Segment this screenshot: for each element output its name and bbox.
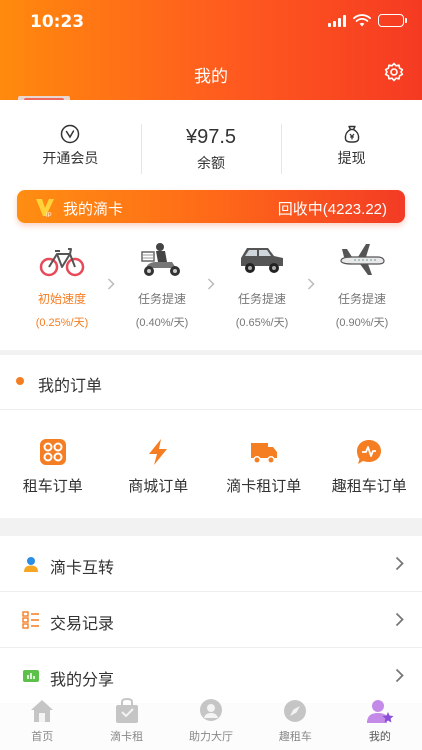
tab-card-rental[interactable]: 滴卡租: [84, 692, 168, 750]
tab-label: 首页: [31, 731, 54, 743]
balance-amount: ¥97.5: [185, 126, 237, 148]
home-icon: [31, 700, 54, 722]
tab-label: 助力大厅: [189, 731, 234, 743]
tab-bar: 首页 滴卡租 助力大厅 趣租车 我的: [0, 692, 422, 750]
money-bag-icon: [344, 125, 359, 143]
menu-list: 滴卡互转 交易记录 我的分享: [0, 536, 422, 704]
tab-home[interactable]: 首页: [0, 692, 84, 750]
menu-item-label: 交易记录: [50, 616, 115, 633]
lightning-icon: [149, 439, 168, 465]
order-grid: 租车订单 商城订单 滴卡租订单 趣租车订单: [0, 410, 422, 518]
person-icon: [24, 557, 38, 572]
chevron-right-icon: [395, 556, 404, 571]
tab-label: 我的: [368, 731, 391, 743]
balance-row: 开通会员 ¥97.5 余额 提现: [0, 118, 422, 180]
tab-fun-rental[interactable]: 趣租车: [253, 692, 337, 750]
bag-icon: [115, 698, 138, 723]
tab-profile[interactable]: 我的: [338, 692, 422, 750]
speed-level-rate: (0.65%/天): [235, 317, 289, 329]
tab-label: 趣租车: [278, 731, 312, 743]
pulse-chat-icon: [357, 440, 382, 464]
chevron-right-icon: [395, 612, 404, 627]
battery-icon: [378, 14, 407, 27]
vip-circle-icon: [61, 124, 80, 144]
orders-header[interactable]: 我的订单: [0, 355, 422, 410]
menu-item-card-transfer[interactable]: 滴卡互转: [0, 536, 422, 592]
withdraw-button[interactable]: 提现: [281, 118, 422, 180]
compass-icon: [284, 700, 307, 722]
settings-gear-icon[interactable]: [384, 62, 404, 82]
cellular-signal-icon: [328, 14, 346, 27]
balance-card: 开通会员 ¥97.5 余额 提现 IP 我的滴卡 回收中(4223.22) 初始…: [0, 100, 422, 350]
status-time: 10:23: [30, 12, 85, 32]
balance-display[interactable]: ¥97.5 余额: [140, 118, 282, 180]
speed-level-rate: (0.25%/天): [35, 317, 89, 329]
my-card-banner[interactable]: IP 我的滴卡 回收中(4223.22): [17, 190, 405, 223]
my-card-status: 回收中(4223.22): [277, 201, 387, 218]
balance-amount-label: 余额: [197, 155, 225, 171]
orders-section: 我的订单 租车订单 商城订单 滴卡租订单 趣租车订单: [0, 355, 422, 518]
speed-level-rate: (0.40%/天): [135, 317, 189, 329]
speed-levels: 初始速度 (0.25%/天) 任务提速 (0.40%/天) 任务提速 (0.65…: [0, 240, 422, 330]
order-mall-button[interactable]: 商城订单: [106, 410, 212, 518]
speed-level-4: 任务提速 (0.90%/天): [312, 240, 412, 330]
svg-text:IP: IP: [46, 213, 52, 218]
wifi-icon: [353, 14, 371, 27]
withdraw-label: 提现: [337, 150, 366, 166]
order-rental-button[interactable]: 租车订单: [0, 410, 106, 518]
speed-level-label: 初始速度: [37, 292, 86, 306]
list-icon: [22, 611, 39, 629]
speed-level-rate: (0.90%/天): [335, 317, 389, 329]
my-card-title: 我的滴卡: [63, 201, 124, 218]
menu-item-label: 滴卡互转: [50, 560, 115, 577]
orders-dot-icon: [16, 377, 24, 385]
order-label: 商城订单: [128, 478, 189, 495]
speed-level-label: 任务提速: [237, 292, 286, 306]
order-label: 租车订单: [22, 478, 83, 495]
tab-help-hall[interactable]: 助力大厅: [169, 692, 253, 750]
page-title: 我的: [194, 67, 228, 86]
membership-button[interactable]: 开通会员: [0, 118, 141, 180]
share-icon: [23, 670, 39, 682]
airplane-icon: [340, 244, 385, 275]
menu-item-transactions[interactable]: 交易记录: [0, 592, 422, 648]
membership-label: 开通会员: [42, 150, 99, 166]
speed-level-label: 任务提速: [137, 292, 186, 306]
speed-level-1: 初始速度 (0.25%/天): [12, 240, 112, 330]
speed-level-2: 任务提速 (0.40%/天): [112, 240, 212, 330]
speed-level-label: 任务提速: [337, 292, 386, 306]
grid-icon: [39, 439, 66, 465]
menu-item-label: 我的分享: [50, 672, 115, 689]
bicycle-icon: [39, 248, 85, 277]
order-fun-rental-button[interactable]: 趣租车订单: [317, 410, 422, 518]
header-bar: 10:23 我的: [0, 0, 422, 100]
order-card-rental-button[interactable]: 滴卡租订单: [211, 410, 317, 518]
tab-label: 滴卡租: [110, 731, 144, 743]
speed-level-3: 任务提速 (0.65%/天): [212, 240, 312, 330]
scooter-icon: [141, 243, 180, 276]
hall-icon: [200, 699, 223, 721]
status-icons: [328, 14, 407, 27]
truck-icon: [250, 443, 277, 464]
order-label: 趣租车订单: [331, 478, 407, 495]
car-icon: [241, 248, 283, 273]
vip-logo-icon: IP: [36, 199, 54, 218]
orders-title: 我的订单: [38, 378, 103, 395]
profile-icon: [366, 700, 394, 723]
chevron-right-icon: [395, 668, 404, 683]
order-label: 滴卡租订单: [226, 478, 302, 495]
